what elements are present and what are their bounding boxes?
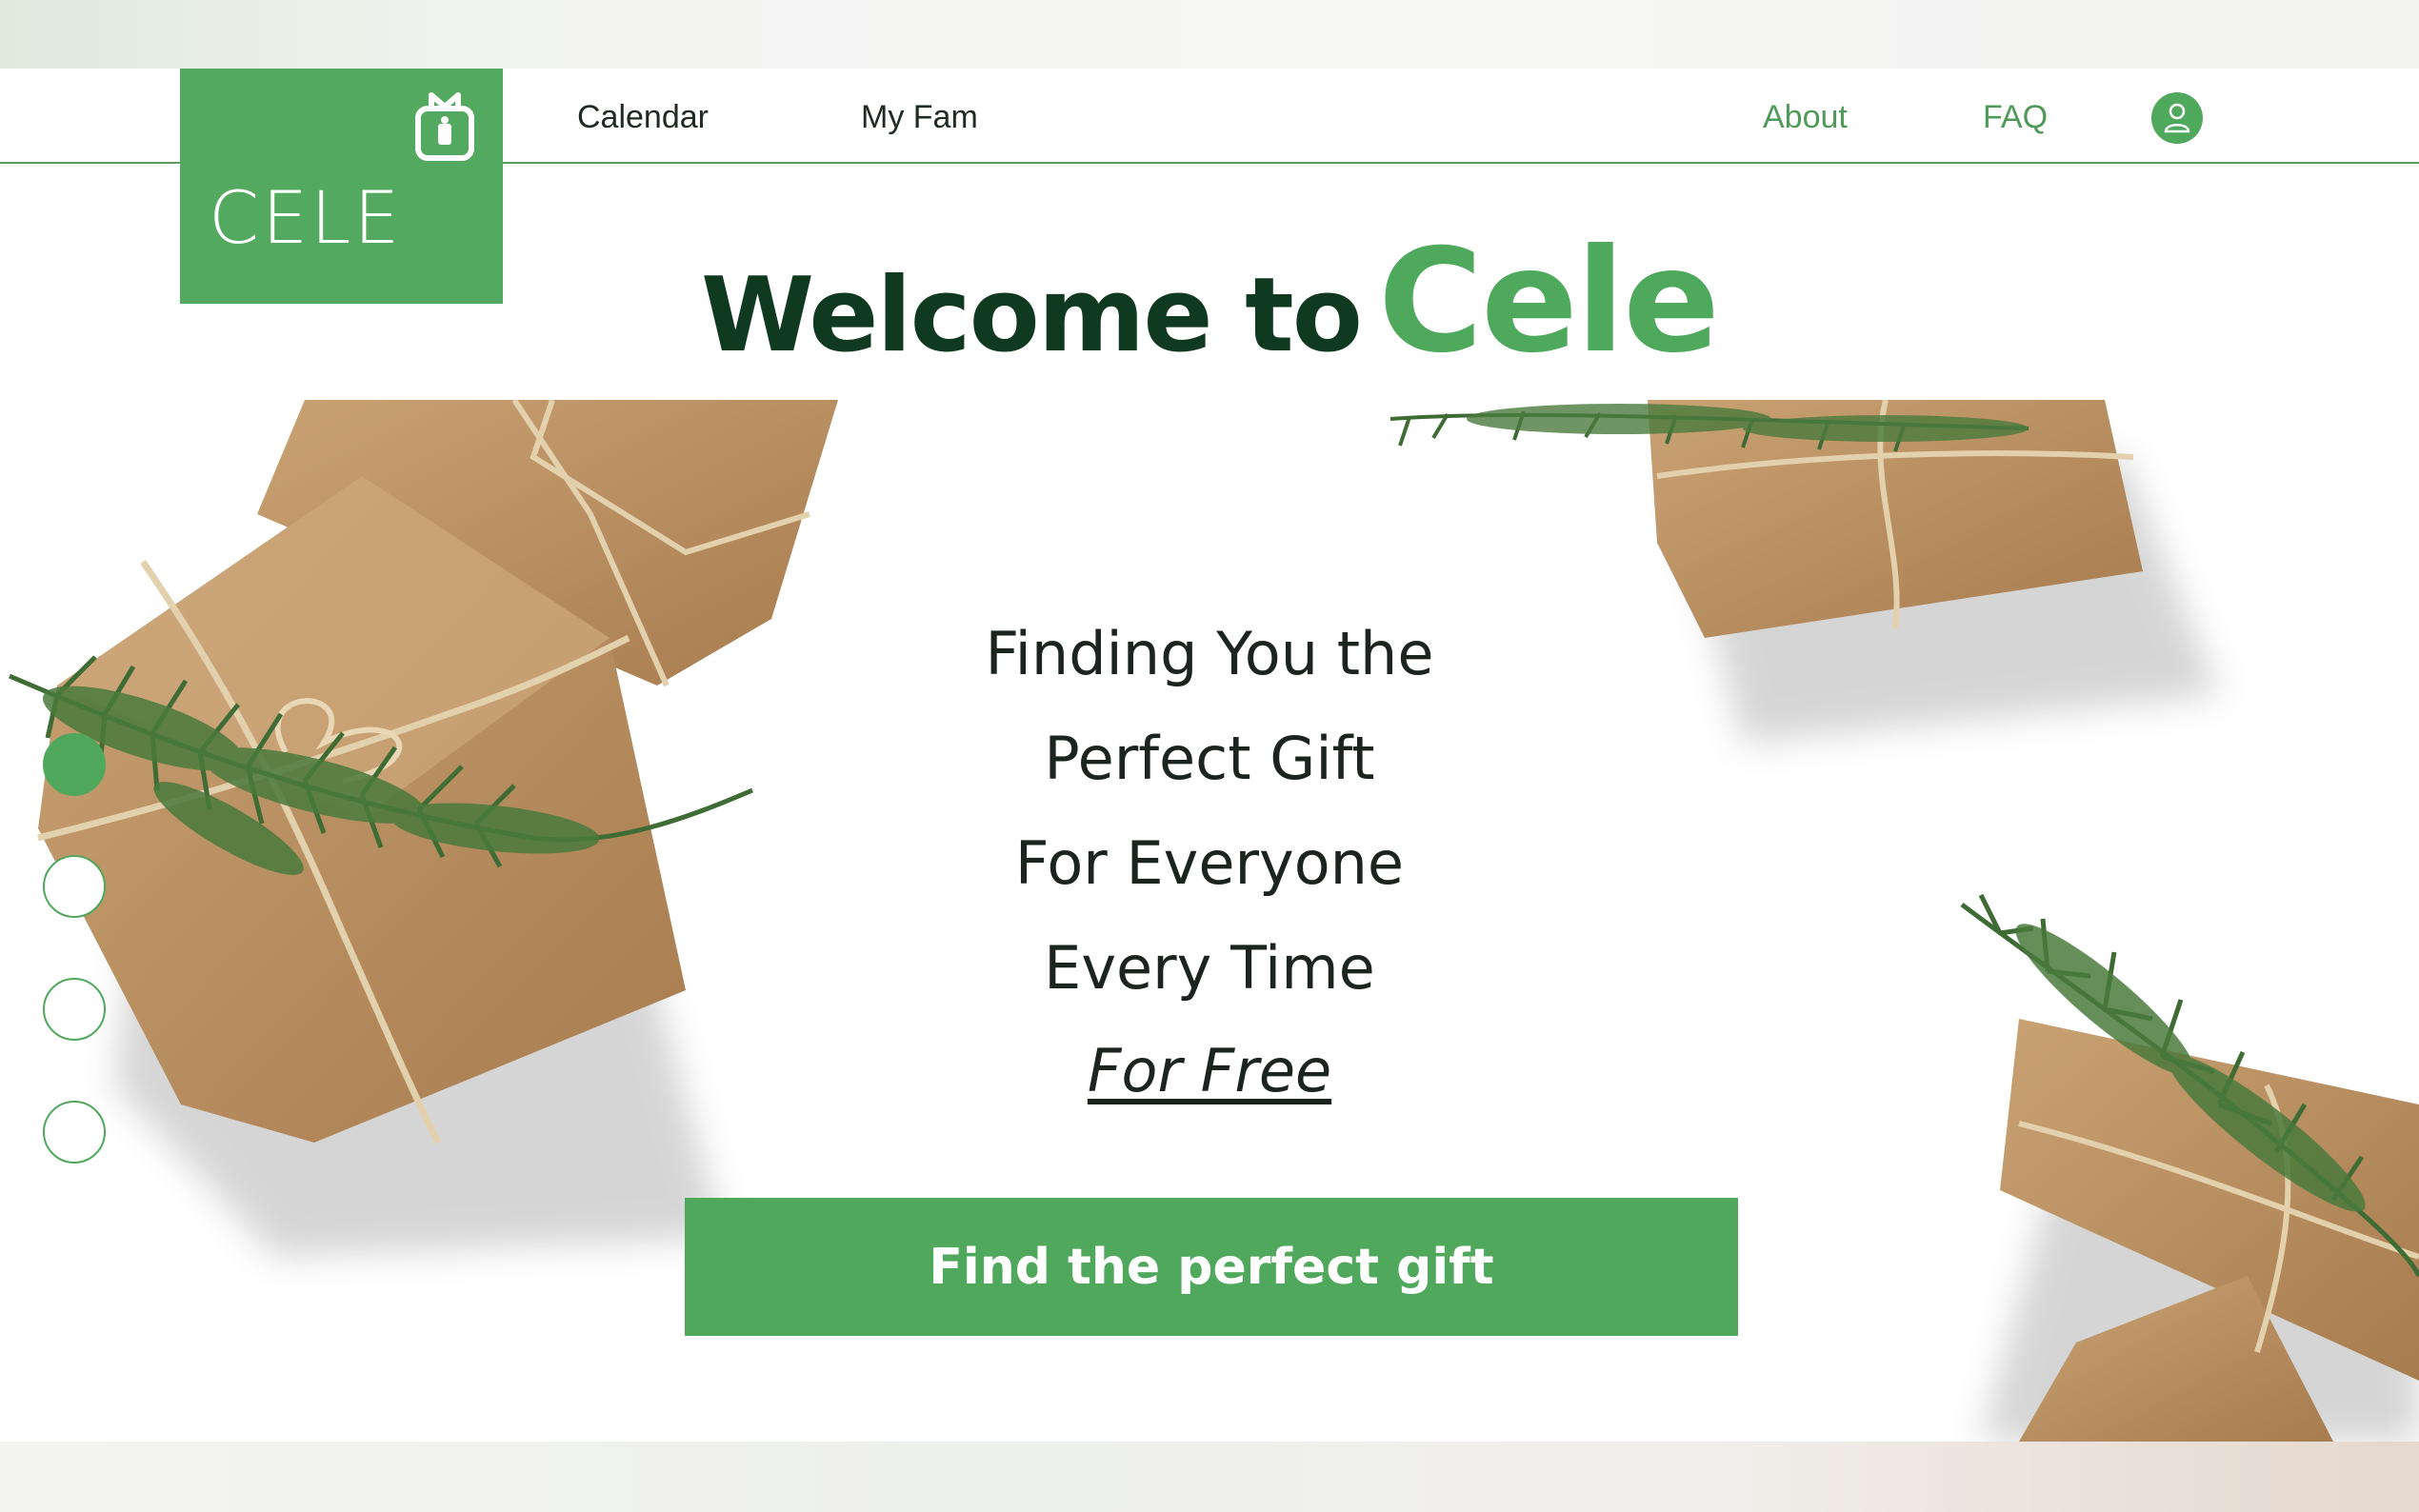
gift-tag-icon: [415, 92, 474, 161]
user-account-button[interactable]: [2151, 92, 2203, 144]
welcome-prefix: Welcome to: [701, 256, 1363, 375]
carousel-dot-1[interactable]: [43, 733, 106, 796]
hero-banner: Finding You the Perfect Gift For Everyon…: [0, 400, 2419, 1442]
logo-wordmark: CELE: [209, 175, 403, 260]
cele-logo[interactable]: CELE: [180, 69, 503, 304]
tagline-line-2: Perfect Gift: [1044, 724, 1375, 793]
tagline-line-4: Every Time: [1044, 933, 1375, 1003]
tagline-line-1: Finding You the: [985, 619, 1434, 688]
browser-bottom-strip: [0, 1442, 2419, 1512]
nav-link-calendar[interactable]: Calendar: [577, 99, 709, 136]
tagline-for-free: For Free: [1087, 1036, 1332, 1105]
nav-link-my-fam[interactable]: My Fam: [861, 99, 978, 136]
nav-link-about[interactable]: About: [1763, 99, 1848, 136]
find-perfect-gift-button[interactable]: Find the perfect gift: [685, 1198, 1738, 1336]
carousel-dot-3[interactable]: [43, 978, 106, 1041]
browser-top-strip: [0, 0, 2419, 69]
tagline-line-3: For Everyone: [1014, 828, 1405, 898]
user-icon: [2164, 103, 2190, 133]
carousel-dot-4[interactable]: [43, 1101, 106, 1164]
nav-link-faq[interactable]: FAQ: [1983, 99, 2048, 136]
welcome-brand-name: Cele: [1378, 219, 1720, 385]
carousel-dot-2[interactable]: [43, 855, 106, 918]
